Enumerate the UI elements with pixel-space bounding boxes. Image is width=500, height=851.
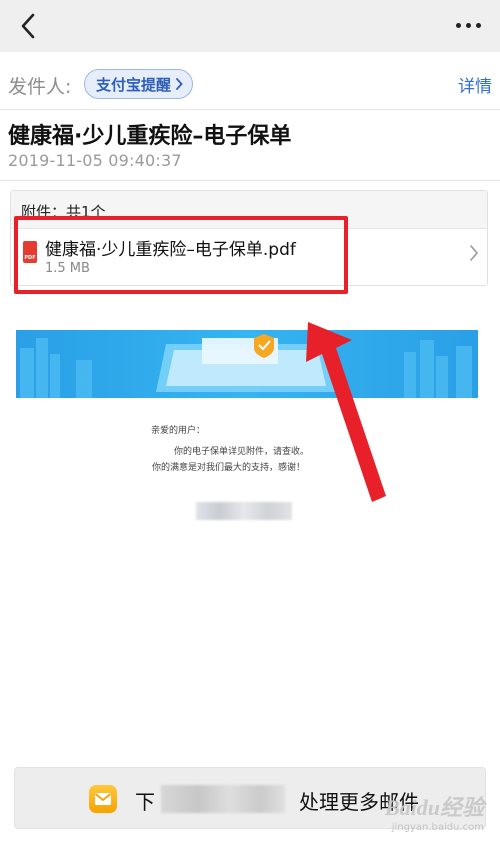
mail-date: 2019-11-05 09:40:37: [8, 151, 182, 170]
highlight-box: [14, 216, 348, 294]
chevron-right-icon: [176, 78, 183, 90]
envelope-icon: [94, 793, 112, 805]
bottom-bar-prefix: 下: [135, 790, 155, 814]
more-dots-icon: [455, 22, 461, 28]
divider: [0, 180, 500, 181]
sender-name: 支付宝提醒: [96, 75, 172, 94]
top-nav-bar: [0, 0, 500, 52]
chevron-right-icon: [470, 245, 479, 261]
mail-app-icon: [89, 785, 117, 813]
details-link[interactable]: 详情: [458, 72, 492, 97]
red-arrow-annotation: [306, 322, 386, 502]
sender-row: 发件人: 支付宝提醒 详情: [0, 56, 500, 110]
chevron-left-icon: [21, 13, 35, 39]
sender-label: 发件人:: [8, 76, 72, 98]
body-line-2: 你的满意是对我们最大的支持，感谢！: [152, 463, 306, 473]
more-button[interactable]: [446, 10, 490, 40]
blurred-signature: [196, 502, 292, 520]
mail-subject: 健康福·少儿重疾险–电子保单: [8, 124, 292, 149]
watermark-url: jingyan.baidu.com: [391, 822, 484, 833]
back-button[interactable]: [8, 6, 48, 46]
banner-illustration: [16, 330, 478, 398]
blurred-app-name: [161, 785, 285, 813]
body-line-1: 你的电子保单详见附件，请查收。: [174, 447, 310, 457]
watermark-logo: Baidu经验: [384, 795, 484, 820]
watermark: Baidu经验 jingyan.baidu.com: [385, 790, 484, 833]
body-greeting: 亲爱的用户：: [151, 426, 206, 436]
sender-chip[interactable]: 支付宝提醒: [84, 69, 194, 99]
